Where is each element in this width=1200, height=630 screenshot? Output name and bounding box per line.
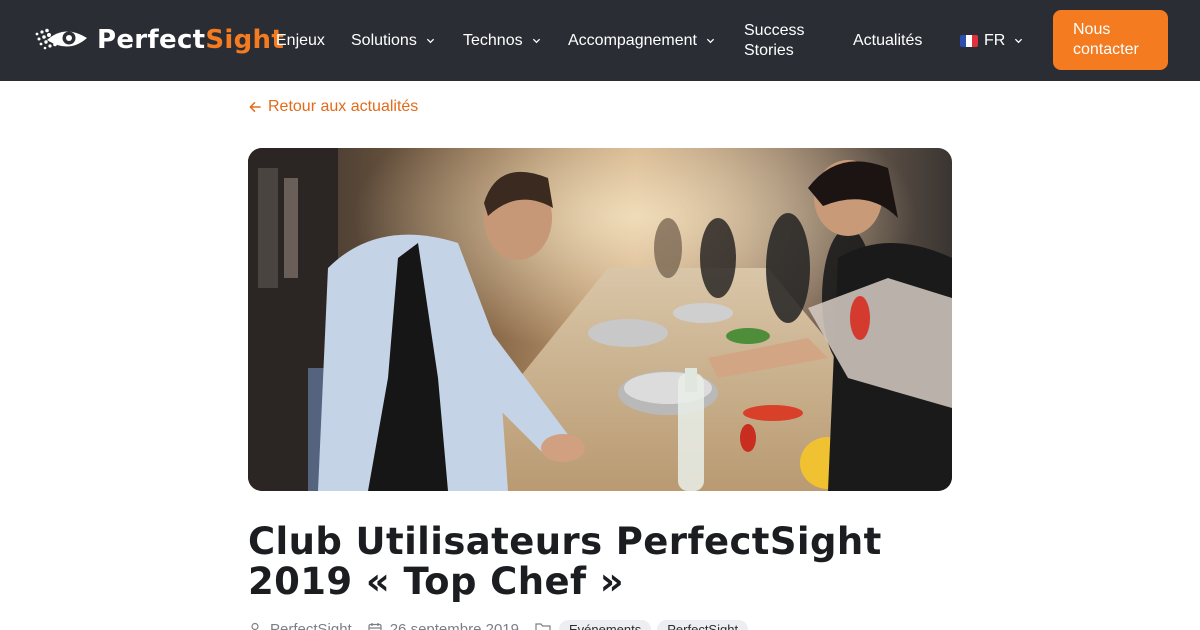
article-meta: PerfectSight 26 septembre 2019 Evénement…: [248, 618, 770, 630]
language-label: FR: [984, 31, 1006, 49]
chevron-down-icon: [706, 38, 715, 44]
nav-label: Solutions: [351, 31, 417, 49]
back-to-news-link[interactable]: Retour aux actualités: [249, 96, 418, 118]
nav-label: Technos: [463, 31, 523, 49]
nav-item-solutions[interactable]: Solutions: [351, 0, 435, 81]
france-flag-icon: [960, 34, 978, 47]
eye-logo-icon: [35, 28, 87, 50]
calendar-icon: [368, 623, 382, 630]
chevron-down-icon: [532, 38, 540, 44]
contact-button[interactable]: Nous contacter: [1053, 10, 1168, 70]
tag-evenements[interactable]: Evénements: [558, 619, 652, 630]
date-label: 26 septembre 2019: [389, 620, 519, 630]
perfectsight-logo[interactable]: PerfectSight: [33, 22, 284, 58]
publish-date: 26 septembre 2019: [368, 621, 519, 630]
nav-label: Actualités: [853, 31, 923, 49]
top-navigation-bar: PerfectSight Enjeux Solutions Technos Ac…: [0, 0, 1200, 81]
nav-item-accompagnement[interactable]: Accompagnement: [568, 0, 715, 81]
folder-icon: [535, 623, 551, 630]
article-title: Club Utilisateurs PerfectSight 2019 « To…: [248, 520, 882, 603]
author[interactable]: PerfectSight: [248, 621, 352, 630]
nav-label: Accompagnement: [568, 31, 697, 49]
chevron-down-icon: [1015, 38, 1023, 44]
nav-item-enjeux[interactable]: Enjeux: [276, 0, 325, 81]
cooking-event-photo: [248, 148, 952, 491]
arrow-left-icon: [249, 102, 261, 112]
author-name: PerfectSight: [270, 620, 352, 630]
language-selector[interactable]: FR: [960, 0, 1023, 81]
logo-word-perfect: Perfect: [97, 25, 206, 55]
logo-wordmark: PerfectSight: [97, 25, 284, 55]
nav-label: Success Stories: [744, 21, 805, 59]
tag-perfectsight[interactable]: PerfectSight: [657, 619, 749, 630]
nav-item-success-stories[interactable]: Success Stories: [744, 0, 814, 81]
user-icon: [251, 622, 259, 630]
nav-item-actualites[interactable]: Actualités: [853, 0, 922, 81]
chevron-down-icon: [426, 38, 434, 44]
back-link-label: Retour aux actualités: [268, 98, 419, 115]
nav-item-technos[interactable]: Technos: [463, 0, 541, 81]
article-hero-image: [248, 148, 952, 491]
nav-label: Enjeux: [276, 31, 325, 49]
categories: Evénements PerfectSight: [535, 619, 754, 630]
logo-word-sight: Sight: [205, 25, 285, 55]
